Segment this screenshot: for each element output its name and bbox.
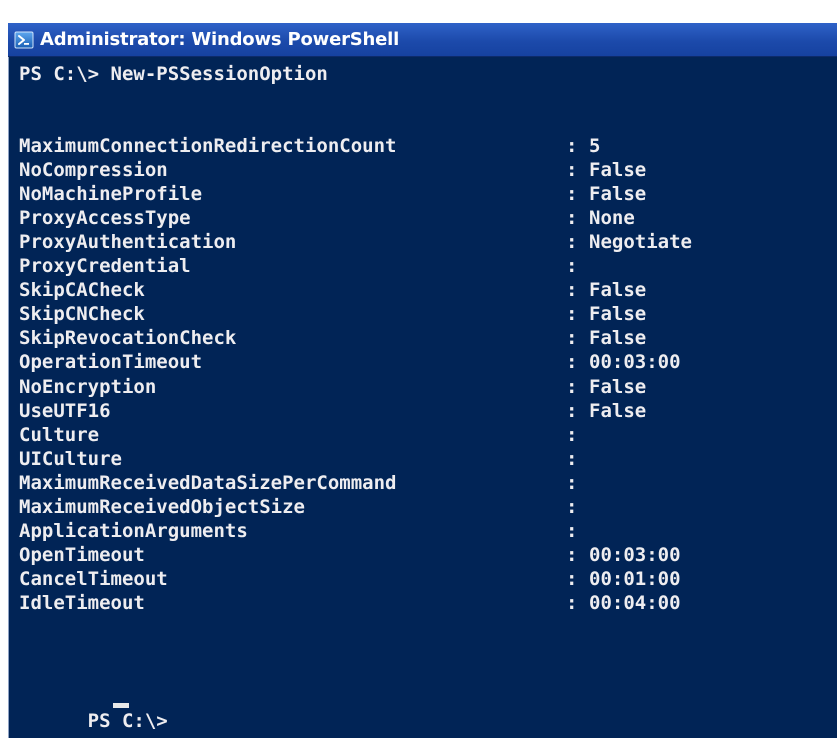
property-name: CancelTimeout	[19, 567, 168, 590]
property-row: SkipRevocationCheck: False	[9, 326, 829, 350]
property-row: NoCompression: False	[9, 158, 829, 182]
property-separator: :	[566, 447, 578, 470]
prompt-text: PS C:\>	[87, 710, 180, 732]
property-value: 00:04:00	[589, 591, 681, 614]
property-separator: :	[566, 231, 578, 254]
property-name: ProxyAccessType	[19, 207, 191, 230]
property-row: ProxyAccessType: None	[9, 206, 829, 230]
property-name: MaximumReceivedObjectSize	[19, 495, 305, 518]
property-separator: :	[566, 375, 578, 398]
property-row: NoMachineProfile: False	[9, 182, 829, 206]
property-name: SkipCNCheck	[19, 303, 145, 326]
property-row: SkipCNCheck: False	[9, 302, 829, 326]
property-row: SkipCACheck: False	[9, 278, 829, 302]
property-value: 5	[589, 135, 601, 157]
property-name: NoMachineProfile	[19, 183, 203, 206]
property-value: False	[589, 327, 647, 350]
property-value: 00:03:00	[589, 351, 681, 374]
property-row: UICulture:	[9, 447, 829, 471]
window-title: Administrator: Windows PowerShell	[40, 29, 400, 50]
text-cursor	[112, 703, 129, 708]
property-separator: :	[566, 423, 578, 446]
property-name: ApplicationArguments	[19, 519, 248, 542]
title-bar[interactable]: Administrator: Windows PowerShell	[8, 23, 837, 57]
property-name: UICulture	[19, 447, 122, 470]
property-value: 00:01:00	[589, 567, 681, 590]
property-separator: :	[566, 351, 578, 374]
property-separator: :	[566, 543, 578, 566]
property-name: IdleTimeout	[19, 591, 145, 614]
property-row: MaximumReceivedDataSizePerCommand:	[9, 471, 829, 495]
property-separator: :	[566, 183, 578, 206]
window-left-border	[0, 23, 8, 738]
property-value: False	[589, 183, 647, 206]
property-name: UseUTF16	[19, 399, 111, 422]
property-name: NoCompression	[19, 159, 168, 182]
property-row: UseUTF16: False	[9, 399, 829, 423]
property-row: OperationTimeout:00:03:00	[9, 350, 829, 374]
property-row: Culture:	[9, 423, 829, 447]
property-separator: :	[566, 303, 578, 326]
powershell-window: Administrator: Windows PowerShell PS C:\…	[0, 0, 837, 738]
property-separator: :	[566, 567, 578, 590]
property-separator: :	[566, 591, 578, 614]
property-value: None	[589, 207, 635, 230]
property-separator: :	[566, 519, 578, 542]
property-name: Culture	[19, 423, 100, 446]
property-name: ProxyCredential	[19, 255, 191, 278]
property-separator: :	[566, 279, 578, 302]
property-row: ProxyCredential:	[9, 254, 829, 278]
property-row: MaximumReceivedObjectSize:	[9, 495, 829, 519]
property-separator: :	[566, 495, 578, 518]
property-separator: :	[566, 207, 578, 230]
console-area[interactable]: PS C:\> New-PSSessionOption MaximumConne…	[8, 57, 837, 738]
property-value: False	[589, 303, 647, 326]
property-row: ApplicationArguments:	[9, 519, 829, 543]
property-row: NoEncryption: False	[9, 375, 829, 399]
property-row: CancelTimeout:00:01:00	[9, 567, 829, 591]
property-name: SkipRevocationCheck	[19, 327, 237, 350]
property-value: False	[589, 375, 647, 398]
property-name: ProxyAuthentication	[19, 231, 237, 254]
powershell-icon	[14, 31, 34, 48]
property-name: SkipCACheck	[19, 279, 145, 302]
property-separator: :	[566, 399, 578, 422]
property-name: MaximumReceivedDataSizePerCommand	[19, 471, 397, 494]
property-value: 00:03:00	[589, 543, 681, 566]
property-row: OpenTimeout:00:03:00	[9, 543, 829, 567]
property-name: OperationTimeout	[19, 351, 203, 374]
command-line: PS C:\> New-PSSessionOption	[19, 63, 328, 85]
property-value: Negotiate	[589, 231, 692, 254]
property-separator: :	[566, 159, 578, 182]
prompt-line[interactable]: PS C:\>	[19, 685, 179, 732]
property-separator: :	[566, 135, 578, 157]
property-value: False	[589, 159, 647, 182]
property-separator: :	[566, 255, 578, 278]
property-row: ProxyAuthentication: Negotiate	[9, 230, 829, 254]
property-separator: :	[566, 327, 578, 350]
property-name: OpenTimeout	[19, 543, 145, 566]
property-separator: :	[566, 471, 578, 494]
property-name: NoEncryption	[19, 375, 157, 398]
property-row: MaximumConnectionRedirectionCount:5	[9, 134, 829, 158]
property-value: False	[589, 399, 647, 422]
property-value: False	[589, 279, 647, 302]
property-row: IdleTimeout:00:04:00	[9, 591, 829, 615]
property-name: MaximumConnectionRedirectionCount	[19, 135, 397, 157]
